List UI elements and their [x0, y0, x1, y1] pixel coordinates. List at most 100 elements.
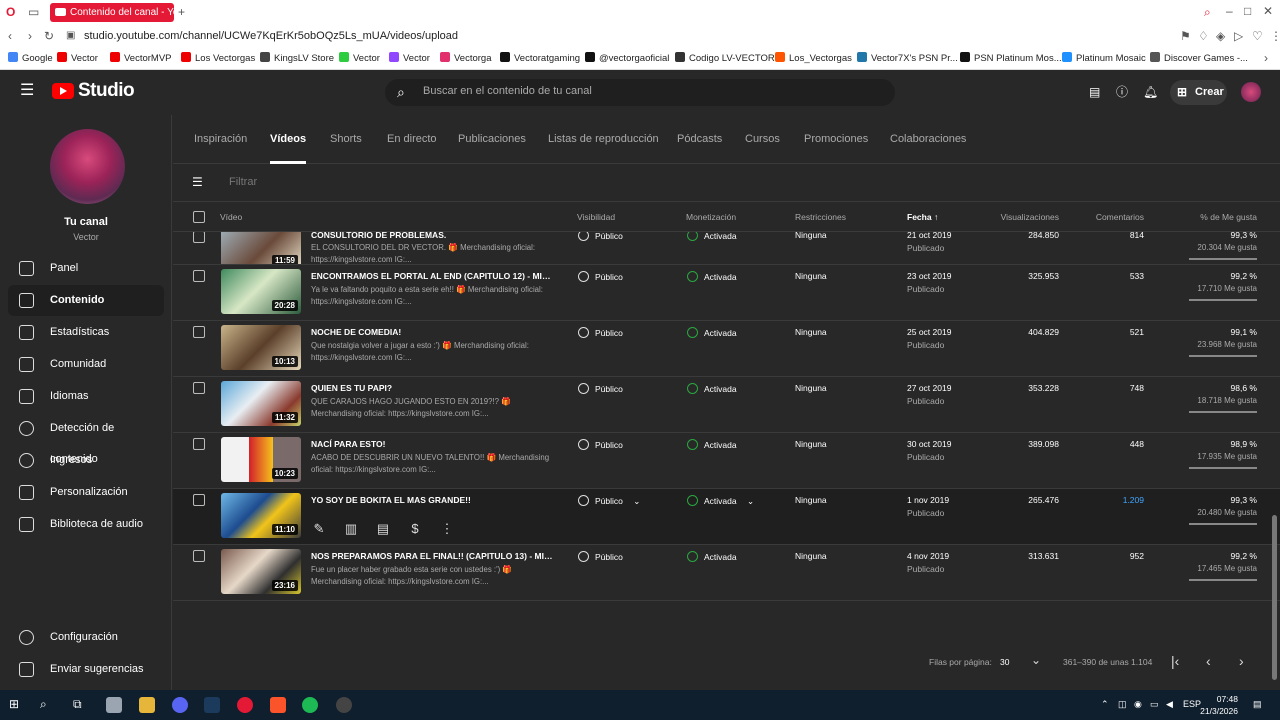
rows-per-page-select[interactable]: 30	[1000, 657, 1009, 667]
browser-tab[interactable]: Contenido del canal - You...	[50, 3, 174, 22]
bookmark-icon[interactable]: ♢	[1198, 28, 1209, 44]
sidebar-item-languages[interactable]: Idiomas	[8, 381, 164, 412]
bookmark-item[interactable]: KingsLV Store	[260, 51, 334, 67]
select-all-checkbox[interactable]	[193, 211, 205, 223]
new-tab-icon[interactable]: +	[178, 4, 185, 20]
table-row[interactable]: 11:10 YO SOY DE BOKITA EL MAS GRANDE!! ✎…	[173, 489, 1280, 545]
brave-icon[interactable]	[270, 697, 286, 713]
sidebar-item-earn[interactable]: Ingresos	[8, 445, 164, 476]
comments-value[interactable]: 952	[1069, 551, 1144, 561]
comments-link[interactable]: 1.209	[1069, 495, 1144, 505]
sidebar-item-community[interactable]: Comunidad	[8, 349, 164, 380]
table-row[interactable]: 10:13 NOCHE DE COMEDIA! Que nostalgia vo…	[173, 321, 1280, 377]
monetization-action-icon[interactable]: $	[407, 521, 423, 537]
video-thumbnail[interactable]: 11:10	[221, 493, 301, 538]
video-title[interactable]: NOCHE DE COMEDIA!	[311, 327, 556, 337]
row-checkbox[interactable]	[193, 232, 205, 243]
comments-value[interactable]: 814	[1069, 232, 1144, 240]
analytics-icon[interactable]: ▥	[343, 521, 359, 537]
bookmarks-overflow-icon[interactable]: ›	[1264, 50, 1268, 66]
scrollbar[interactable]	[1272, 515, 1277, 680]
tray-overflow-icon[interactable]: ⌃	[1101, 699, 1109, 710]
row-checkbox[interactable]	[193, 382, 205, 394]
reload-icon[interactable]: ↻	[44, 28, 54, 44]
create-button[interactable]: ⊞ Crear	[1170, 80, 1227, 105]
task-view-icon[interactable]: ⧉	[73, 696, 82, 712]
bookmark-item[interactable]: Vector	[389, 51, 430, 67]
previous-page-icon[interactable]: ‹	[1206, 653, 1211, 669]
video-thumbnail[interactable]: 11:32	[221, 381, 301, 426]
search-tabs-icon[interactable]: ⌕	[1204, 4, 1211, 20]
sidebar-item-audio-library[interactable]: Biblioteca de audio	[8, 509, 164, 540]
monetization-value[interactable]: Activada	[687, 232, 737, 241]
hamburger-menu-icon[interactable]: ☰	[20, 83, 34, 99]
video-title[interactable]: QUIEN ES TU PAPI?	[311, 383, 556, 393]
column-views[interactable]: Visualizaciones	[979, 212, 1059, 222]
comments-value[interactable]: 533	[1069, 271, 1144, 281]
next-page-icon[interactable]: ›	[1239, 653, 1244, 669]
video-title[interactable]: YO SOY DE BOKITA EL MAS GRANDE!!	[311, 495, 556, 505]
visibility-value[interactable]: Público	[578, 232, 623, 241]
column-comments[interactable]: Comentarios	[1069, 212, 1144, 222]
heart-icon[interactable]: ♡	[1252, 28, 1263, 44]
sidebar-item-content-detection[interactable]: Detección de contenido	[8, 413, 164, 465]
account-avatar[interactable]	[1241, 82, 1261, 102]
row-checkbox[interactable]	[193, 326, 205, 338]
steam-icon[interactable]	[204, 697, 220, 713]
notifications-icon[interactable]: 🔔︎	[1143, 84, 1158, 100]
column-likes[interactable]: % de Me gusta	[1177, 212, 1257, 222]
monetization-value[interactable]: Activada	[687, 551, 737, 562]
comments-value[interactable]: 521	[1069, 327, 1144, 337]
search-icon[interactable]: ⌕	[40, 696, 47, 712]
extensions-icon[interactable]: ⚑	[1180, 28, 1191, 44]
sidebar-item-analytics[interactable]: Estadísticas	[8, 317, 164, 348]
monetization-value[interactable]: Activada	[687, 271, 737, 282]
help-icon[interactable]: ⓘ	[1116, 84, 1128, 100]
table-row[interactable]: 11:59 CONSULTORIO DE PROBLEMAS. EL CONSU…	[173, 232, 1280, 265]
video-thumbnail[interactable]: 20:28	[221, 269, 301, 314]
column-date[interactable]: Fecha ↑	[907, 212, 938, 222]
tab-promotions[interactable]: Promociones	[804, 133, 868, 145]
visibility-dropdown[interactable]: Público ⌄	[578, 495, 640, 507]
spotify-icon[interactable]	[302, 697, 318, 713]
windows-start-icon[interactable]: ⊞	[9, 696, 19, 712]
filter-bar[interactable]: ☰ Filtrar	[173, 164, 1280, 202]
visibility-value[interactable]: Público	[578, 551, 623, 562]
file-manager-icon[interactable]	[139, 697, 155, 713]
video-title[interactable]: NACÍ PARA ESTO!	[311, 439, 556, 449]
monetization-dropdown[interactable]: Activada ⌄	[687, 495, 754, 507]
more-options-icon[interactable]: ⋮	[439, 521, 455, 537]
tab-posts[interactable]: Publicaciones	[458, 133, 526, 145]
sidebar-item-content[interactable]: Contenido	[8, 285, 164, 316]
opera-icon[interactable]	[237, 697, 253, 713]
volume-icon[interactable]: ◀	[1166, 699, 1173, 710]
bookmark-item[interactable]: VectorMVP	[110, 51, 172, 67]
send-icon[interactable]: ▷	[1234, 28, 1243, 44]
sidebar-item-customization[interactable]: Personalización	[8, 477, 164, 508]
table-row[interactable]: 20:28 ENCONTRAMOS EL PORTAL AL END (CAPI…	[173, 265, 1280, 321]
sidebar-item-panel[interactable]: Panel	[8, 253, 164, 284]
bookmark-item[interactable]: Vectoratgaming	[500, 51, 580, 67]
tray-app-icon[interactable]: ◫	[1118, 699, 1127, 710]
visibility-value[interactable]: Público	[578, 439, 623, 450]
close-icon[interactable]: ✕	[1263, 3, 1273, 19]
bookmark-item[interactable]: PSN Platinum Mos...	[960, 51, 1062, 67]
bookmark-item[interactable]: Vector7X's PSN Pr...	[857, 51, 958, 67]
video-thumbnail[interactable]: 10:13	[221, 325, 301, 370]
youtube-logo-icon[interactable]	[52, 83, 74, 99]
video-thumbnail[interactable]: 11:59	[221, 232, 301, 264]
discord-icon[interactable]	[172, 697, 188, 713]
bookmark-item[interactable]: Discover Games -...	[1150, 51, 1248, 67]
video-thumbnail[interactable]: 10:23	[221, 437, 301, 482]
table-row[interactable]: 11:32 QUIEN ES TU PAPI? QUE CARAJOS HAGO…	[173, 377, 1280, 433]
bookmark-item[interactable]: Google	[8, 51, 53, 67]
visibility-value[interactable]: Público	[578, 271, 623, 282]
opera-logo-icon[interactable]: O	[6, 4, 15, 20]
tab-playlists[interactable]: Listas de reproducción	[548, 133, 659, 145]
bookmark-item[interactable]: Los_Vectorgas	[775, 51, 852, 67]
network-icon[interactable]: ▭	[1150, 699, 1159, 710]
edit-icon[interactable]: ✎	[311, 521, 327, 537]
search-input[interactable]: ⌕ Buscar en el contenido de tu canal	[385, 79, 895, 106]
messages-icon[interactable]: ▤	[1089, 84, 1100, 100]
microphone-icon[interactable]: ◉	[1134, 699, 1142, 710]
